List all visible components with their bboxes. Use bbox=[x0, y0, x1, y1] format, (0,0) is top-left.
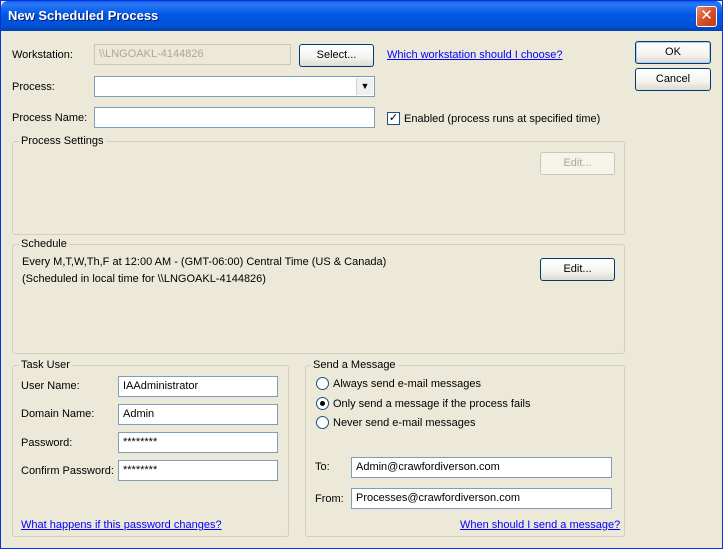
process-settings-edit-button[interactable]: Edit... bbox=[540, 152, 615, 175]
password-change-help-link[interactable]: What happens if this password changes? bbox=[21, 519, 222, 531]
send-message-help-link[interactable]: When should I send a message? bbox=[460, 519, 620, 531]
ok-button[interactable]: OK bbox=[635, 41, 711, 64]
process-name-input[interactable] bbox=[94, 107, 375, 128]
cancel-button[interactable]: Cancel bbox=[635, 68, 711, 91]
radio-always-send-label: Always send e-mail messages bbox=[333, 378, 481, 390]
workstation-help-link[interactable]: Which workstation should I choose? bbox=[387, 49, 562, 61]
domain-name-label: Domain Name: bbox=[21, 408, 95, 420]
workstation-label: Workstation: bbox=[12, 49, 73, 61]
radio-only-on-failure[interactable] bbox=[316, 397, 329, 410]
send-message-title: Send a Message bbox=[311, 359, 398, 371]
checkmark-icon: ✓ bbox=[388, 112, 399, 124]
schedule-description: Every M,T,W,Th,F at 12:00 AM - (GMT-06:0… bbox=[22, 256, 387, 268]
process-settings-group bbox=[12, 141, 625, 235]
from-email-input[interactable]: Processes@crawfordiverson.com bbox=[351, 488, 612, 509]
radio-dot bbox=[320, 401, 325, 406]
schedule-edit-button[interactable]: Edit... bbox=[540, 258, 615, 281]
workstation-field: \\LNGOAKL-4144826 bbox=[94, 44, 291, 65]
process-name-label: Process Name: bbox=[12, 112, 88, 124]
select-workstation-button[interactable]: Select... bbox=[299, 44, 374, 67]
close-button[interactable]: ✕ bbox=[696, 6, 717, 27]
to-label: To: bbox=[315, 461, 330, 473]
title-bar[interactable]: New Scheduled Process ✕ bbox=[1, 1, 722, 31]
user-name-label: User Name: bbox=[21, 380, 80, 392]
radio-always-send[interactable] bbox=[316, 377, 329, 390]
radio-never-send-label: Never send e-mail messages bbox=[333, 417, 476, 429]
process-settings-title: Process Settings bbox=[19, 135, 106, 147]
to-email-input[interactable]: Admin@crawfordiverson.com bbox=[351, 457, 612, 478]
domain-name-input[interactable]: Admin bbox=[118, 404, 278, 425]
password-label: Password: bbox=[21, 437, 73, 449]
from-label: From: bbox=[315, 493, 344, 505]
dialog-title: New Scheduled Process bbox=[8, 8, 159, 23]
process-label: Process: bbox=[12, 81, 55, 93]
schedule-local-time-note: (Scheduled in local time for \\LNGOAKL-4… bbox=[22, 273, 266, 285]
enabled-label: Enabled (process runs at specified time) bbox=[404, 113, 601, 125]
radio-only-on-failure-label: Only send a message if the process fails bbox=[333, 398, 531, 410]
schedule-title: Schedule bbox=[19, 238, 69, 250]
user-name-input[interactable]: IAAdministrator bbox=[118, 376, 278, 397]
process-dropdown[interactable]: ▼ bbox=[94, 76, 375, 97]
dialog-window: New Scheduled Process ✕ Workstation: \\L… bbox=[0, 0, 723, 549]
close-icon: ✕ bbox=[700, 7, 713, 24]
confirm-password-label: Confirm Password: bbox=[21, 465, 114, 477]
radio-never-send[interactable] bbox=[316, 416, 329, 429]
chevron-down-icon[interactable]: ▼ bbox=[356, 78, 373, 95]
enabled-checkbox[interactable]: ✓ bbox=[387, 112, 400, 125]
task-user-title: Task User bbox=[19, 359, 72, 371]
confirm-password-input[interactable]: ******** bbox=[118, 460, 278, 481]
password-input[interactable]: ******** bbox=[118, 432, 278, 453]
send-message-group bbox=[305, 365, 625, 537]
